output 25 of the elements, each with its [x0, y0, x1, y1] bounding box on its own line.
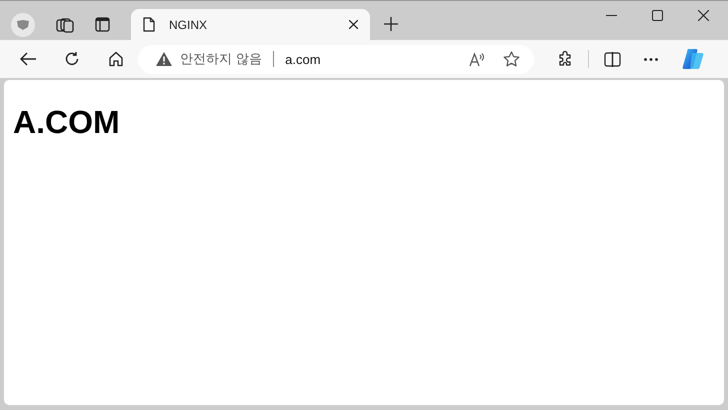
shield-icon [16, 18, 30, 30]
close-tab-icon[interactable] [349, 20, 358, 29]
address-bar[interactable]: 안전하지 않음 a.com [138, 44, 534, 74]
tab-title: NGINX [169, 18, 208, 32]
copilot-icon[interactable] [681, 47, 705, 71]
back-icon[interactable] [20, 52, 36, 66]
tab-actions-icon[interactable] [95, 17, 110, 32]
read-aloud-icon[interactable] [469, 52, 487, 66]
workspaces-icon[interactable] [56, 16, 74, 32]
favorite-star-icon[interactable] [503, 51, 520, 67]
url-text[interactable]: a.com [285, 52, 321, 66]
page-heading: A.COM [13, 105, 120, 140]
close-icon[interactable] [698, 10, 709, 21]
browser-tab[interactable]: NGINX [131, 9, 370, 40]
new-tab-icon[interactable] [384, 17, 398, 31]
page-icon [143, 17, 155, 32]
extensions-icon[interactable] [557, 51, 573, 67]
maximize-icon[interactable] [652, 10, 663, 21]
security-label[interactable]: 안전하지 않음 [180, 50, 262, 68]
more-icon[interactable] [644, 58, 658, 60]
profile-button[interactable] [11, 12, 35, 36]
warning-icon[interactable] [156, 52, 172, 66]
refresh-icon[interactable] [64, 51, 80, 67]
home-icon[interactable] [108, 51, 124, 67]
split-screen-icon[interactable] [604, 52, 621, 66]
